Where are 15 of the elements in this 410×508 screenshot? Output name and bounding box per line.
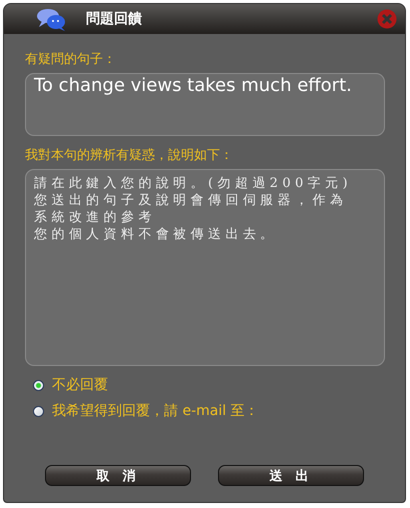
radio-label: 不必回覆 (52, 376, 108, 394)
radio-button[interactable] (33, 380, 44, 390)
window-title: 問題回饋 (86, 10, 143, 28)
radio-button[interactable] (33, 406, 44, 416)
chat-bubbles-icon (36, 7, 66, 31)
placeholder-line: 您的個人資料不會被傳送出去。 (34, 226, 279, 243)
sentence-label: 有疑問的句子： (25, 51, 117, 68)
sentence-field: To change views takes much effort. (25, 73, 385, 136)
placeholder-line: 您送出的句子及說明會傳回伺服器，作為系統改進的參考 (34, 192, 348, 226)
placeholder-line: 請在此鍵入您的說明。(勿超過200字元) (34, 175, 353, 192)
cancel-button[interactable]: 取 消 (45, 465, 191, 486)
radio-label: 我希望得到回覆，請 e-mail 至： (52, 402, 259, 420)
comment-label: 我對本句的辨析有疑惑，說明如下： (25, 147, 234, 164)
send-button[interactable]: 送 出 (218, 465, 364, 486)
comment-field[interactable]: 請在此鍵入您的說明。(勿超過200字元) 您送出的句子及說明會傳回伺服器，作為系統改進的參考 您的個人資料不會被傳送出去。 (25, 169, 385, 366)
